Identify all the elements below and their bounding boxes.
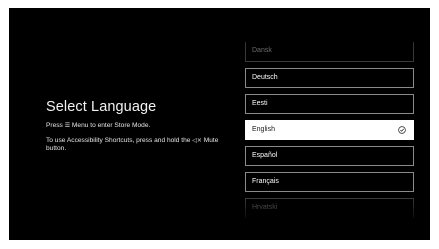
language-list: Dansk Deutsch Eesti English Español Fran… [245,42,414,224]
language-label: Français [252,178,279,185]
language-label: Dansk [252,47,272,54]
tv-screen: Select Language Press ☰ Menu to enter St… [9,8,430,240]
list-fade-top [245,8,414,46]
language-label: English [252,126,275,133]
language-option-francais[interactable]: Français [245,172,414,192]
intro-panel: Select Language Press ☰ Menu to enter St… [46,99,236,160]
language-option-english[interactable]: English [245,120,414,140]
mute-icon: ◁× [192,136,202,144]
language-label: Eesti [252,100,268,107]
accessibility-hint: To use Accessibility Shortcuts, press an… [46,137,236,154]
language-option-eesti[interactable]: Eesti [245,94,414,114]
store-mode-hint: Press ☰ Menu to enter Store Mode. [46,122,236,131]
language-label: Español [252,152,278,159]
store-mode-hint-prefix: Press [46,122,65,129]
check-circle-icon [398,126,406,134]
language-option-espanol[interactable]: Español [245,146,414,166]
store-mode-hint-suffix: Menu to enter Store Mode. [70,122,151,129]
language-label: Hrvatski [252,204,278,211]
page-title: Select Language [46,99,157,115]
accessibility-hint-prefix: To use Accessibility Shortcuts, press an… [46,136,193,144]
language-option-dansk[interactable]: Dansk [245,42,414,62]
language-option-hrvatski[interactable]: Hrvatski [245,198,414,218]
language-label: Deutsch [252,74,278,81]
language-option-deutsch[interactable]: Deutsch [245,68,414,88]
